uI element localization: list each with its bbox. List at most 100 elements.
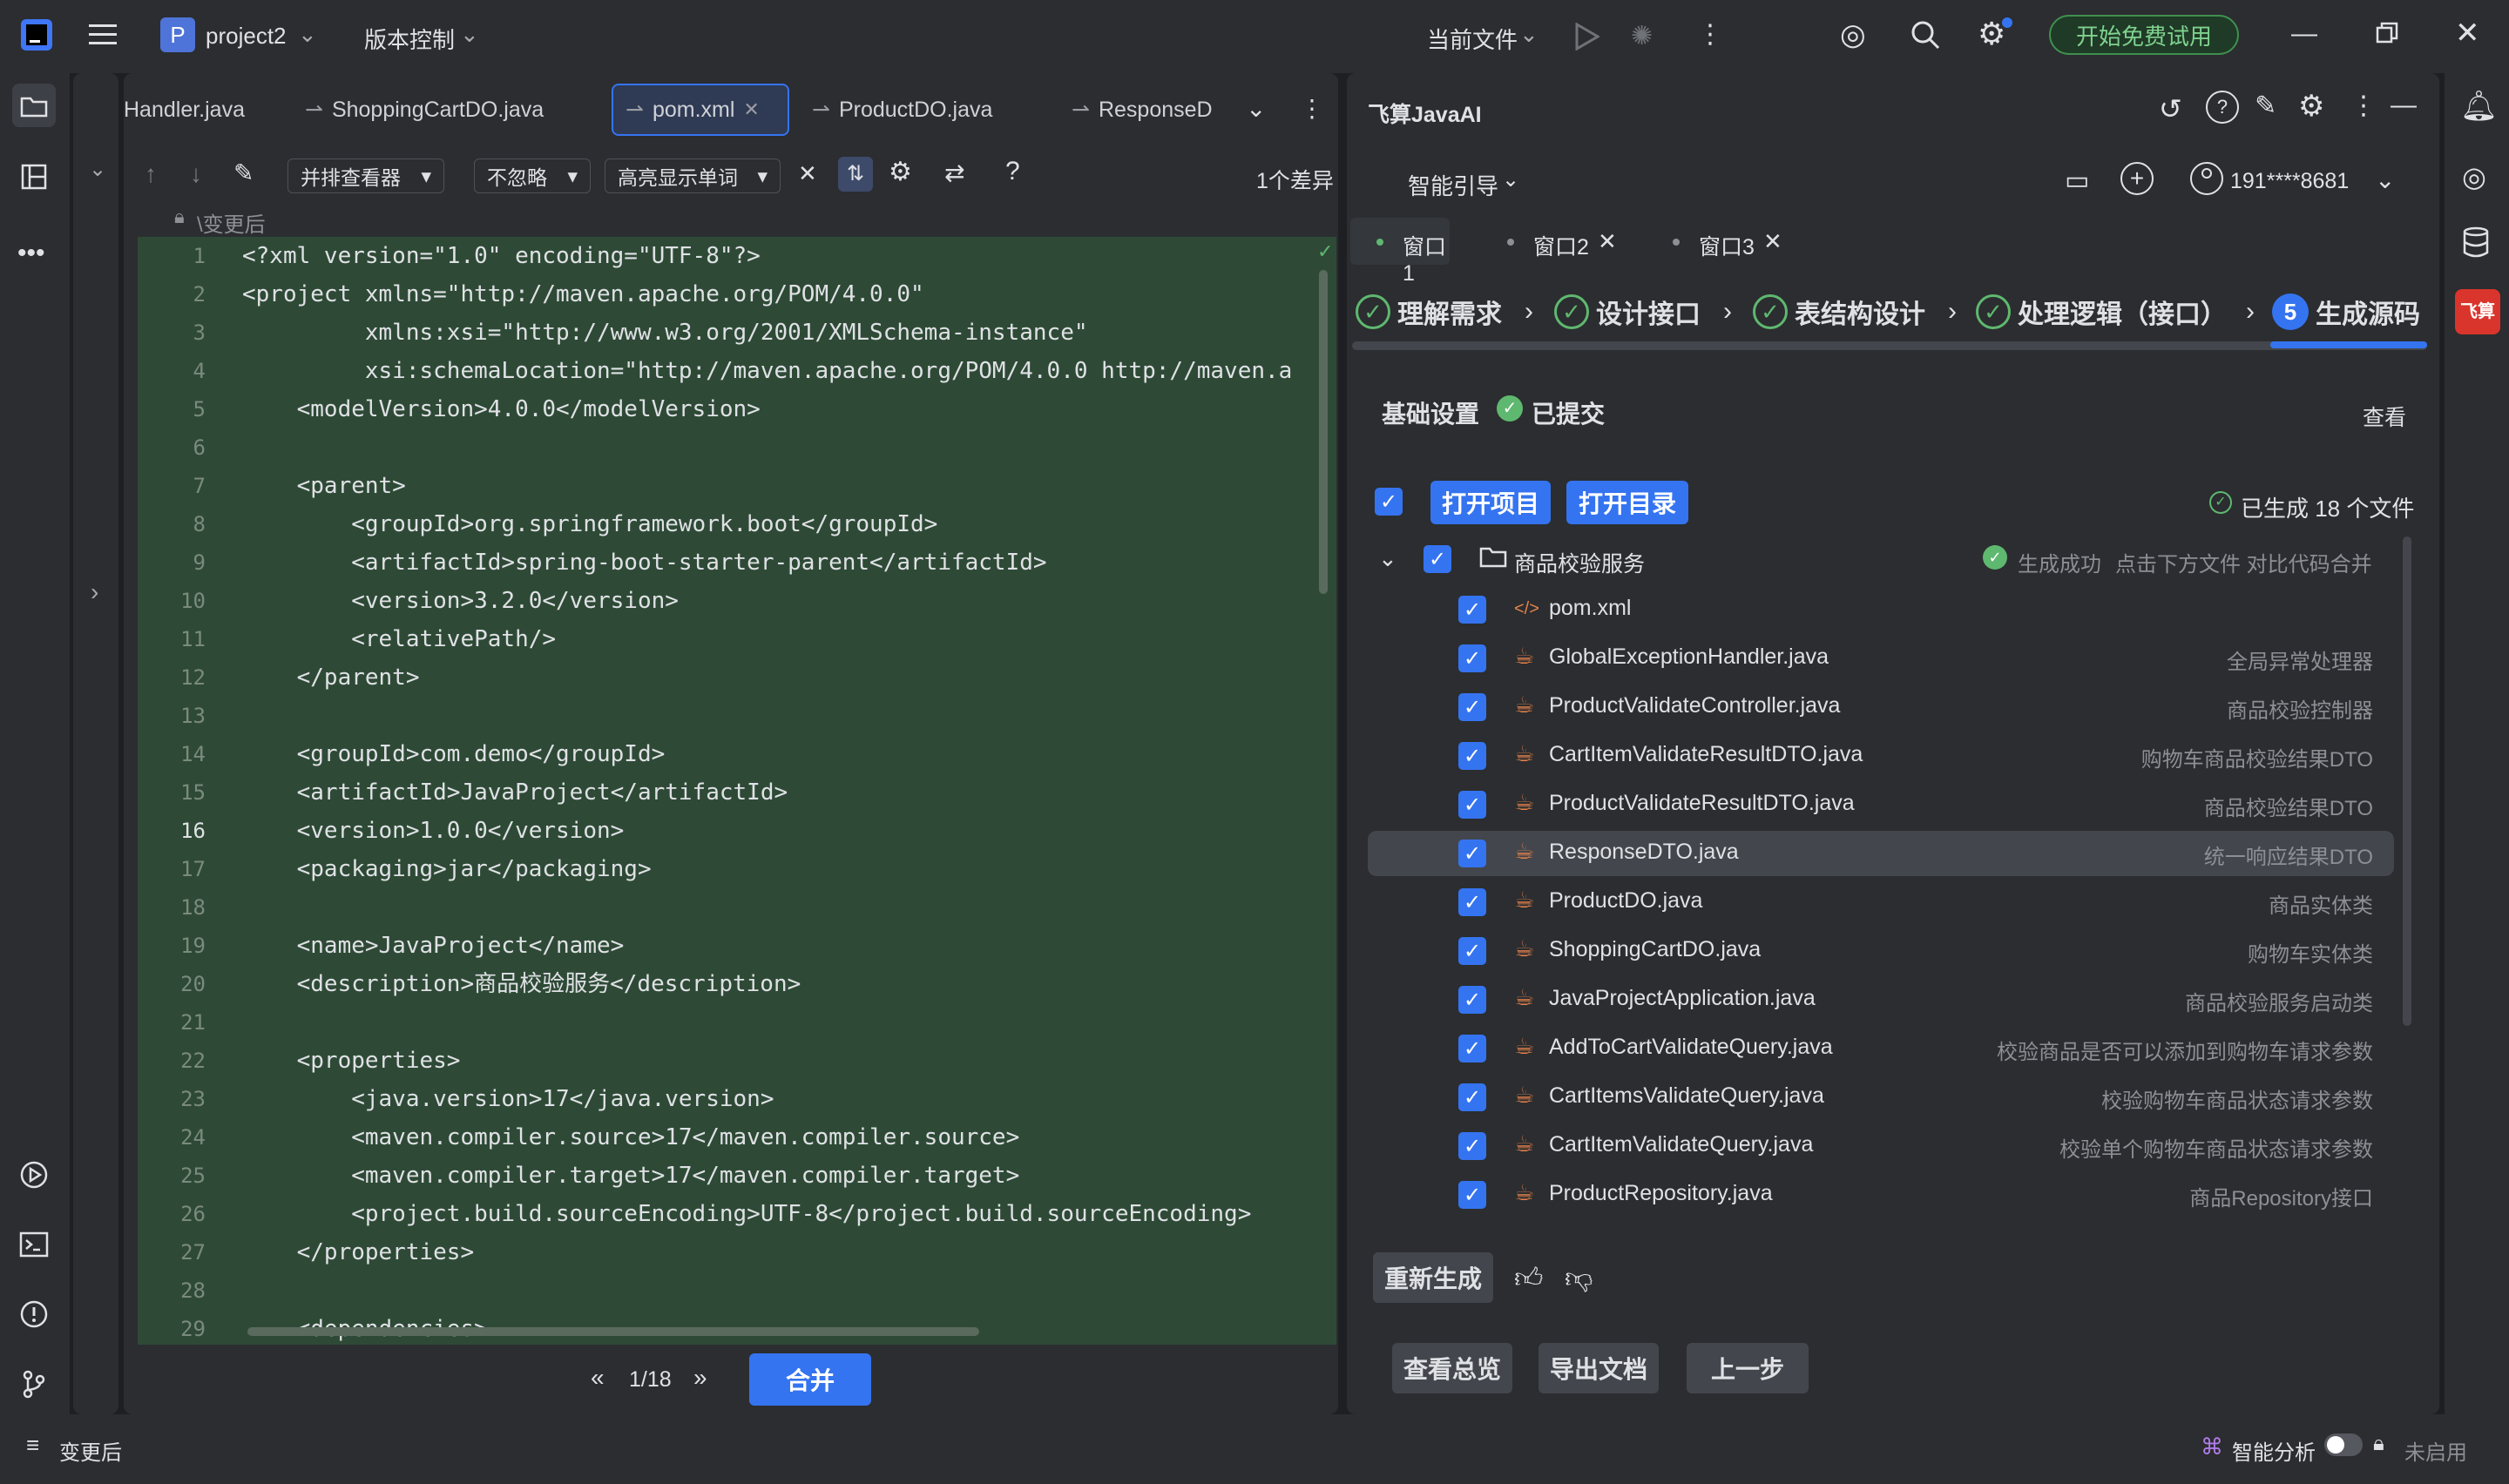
status-left-label[interactable]: 变更后 [59, 1435, 122, 1466]
regenerate-button[interactable]: 重新生成 [1373, 1252, 1493, 1303]
chevron-down-icon[interactable]: ⌄ [1502, 167, 1519, 192]
open-project-button[interactable]: 打开项目 [1430, 481, 1551, 524]
help-icon[interactable]: ? [1005, 157, 1020, 186]
folder-collapse-icon[interactable]: ⌄ [1378, 545, 1397, 572]
chevron-down-icon[interactable]: ⌄ [460, 21, 479, 48]
file-checkbox[interactable]: ✓ [1458, 1083, 1486, 1111]
view-overview-button[interactable]: 查看总览 [1392, 1343, 1512, 1393]
file-checkbox[interactable]: ✓ [1458, 840, 1486, 867]
code-line[interactable]: 17 <packaging>jar</packaging> [138, 850, 1336, 888]
tab-shoppingcartdo[interactable]: ⇀ ShoppingCartDO.java [305, 84, 544, 136]
prev-file-icon[interactable]: « [591, 1364, 605, 1392]
vertical-scrollbar[interactable] [1319, 270, 1328, 594]
smart-analysis-toggle[interactable] [2324, 1433, 2363, 1456]
file-list-item[interactable]: ✓ ☕︎ ProductValidateController.java 商品校验控制器 [1368, 685, 2394, 730]
code-line[interactable]: 23 <java.version>17</java.version> [138, 1080, 1336, 1118]
code-line[interactable]: 26 <project.build.sourceEncoding>UTF-8</… [138, 1195, 1336, 1233]
file-checkbox[interactable]: ✓ [1458, 1132, 1486, 1160]
prev-diff-icon[interactable]: ↑ [145, 160, 157, 188]
file-list-item[interactable]: ✓ ☕︎ ResponseDTO.java 统一响应结果DTO [1368, 831, 2394, 876]
view-link[interactable]: 查看 [2363, 401, 2406, 432]
structure-icon[interactable] [12, 155, 56, 199]
file-checkbox[interactable]: ✓ [1458, 888, 1486, 916]
horizontal-scrollbar[interactable] [247, 1327, 979, 1336]
window-tab-1[interactable]: 窗口1 [1350, 218, 1450, 286]
file-checkbox[interactable]: ✓ [1458, 1035, 1486, 1062]
more-icon[interactable]: ⋮ [1697, 19, 1723, 50]
code-line[interactable]: 4 xsi:schemaLocation="http://maven.apach… [138, 352, 1336, 390]
tabs-more-icon[interactable]: ⋮ [1300, 94, 1324, 123]
collapse-unchanged-icon[interactable]: ✕ [798, 160, 817, 187]
chevron-down-icon[interactable]: ⌄ [298, 21, 317, 48]
tab-handler[interactable]: Handler.java [124, 84, 245, 136]
tab-productdo[interactable]: ⇀ ProductDO.java [812, 84, 992, 136]
file-list-item[interactable]: ✓ ☕︎ GlobalExceptionHandler.java 全局异常处理器 [1368, 636, 2394, 681]
project-name[interactable]: project2 [206, 23, 287, 50]
code-line[interactable]: 3 xmlns:xsi="http://www.w3.org/2001/XMLS… [138, 314, 1336, 352]
notifications-bell-icon[interactable]: 🔔︎ [2460, 89, 2498, 124]
file-checkbox[interactable]: ✓ [1458, 937, 1486, 965]
add-circle-icon[interactable]: + [2120, 162, 2154, 195]
code-line[interactable]: 18 [138, 888, 1336, 927]
ai-assistant-icon[interactable]: ◎ [1840, 17, 1866, 52]
next-diff-icon[interactable]: ↓ [190, 160, 202, 188]
tab-pom-xml[interactable]: ⇀ pom.xml ✕ [612, 84, 789, 136]
previous-step-button[interactable]: 上一步 [1687, 1343, 1809, 1393]
code-line[interactable]: 25 <maven.compiler.target>17</maven.comp… [138, 1157, 1336, 1195]
highlight-select[interactable]: 高亮显示单词 ▾ [605, 159, 781, 193]
close-tab-icon[interactable]: ✕ [1763, 228, 1782, 255]
sync-scroll-icon[interactable]: ⇅ [838, 157, 873, 192]
step-logic[interactable]: ✓ 处理逻辑（接口） › [1976, 284, 2255, 340]
step-table-design[interactable]: ✓ 表结构设计 › [1753, 284, 1957, 340]
code-view[interactable]: 1 <?xml version="1.0" encoding="UTF-8"?> 2… [138, 237, 1336, 1345]
file-list-item[interactable]: ✓ </> pom.xml [1368, 587, 2394, 632]
code-line[interactable]: 20 <description>商品校验服务</description> [138, 965, 1336, 1003]
step-understand[interactable]: ✓ 理解需求 › [1356, 284, 1533, 340]
select-all-checkbox[interactable]: ✓ [1375, 488, 1403, 516]
code-line[interactable]: 7 <parent> [138, 467, 1336, 505]
code-line[interactable]: 21 [138, 1003, 1336, 1042]
panel-minimize-icon[interactable]: — [2391, 91, 2417, 120]
code-line[interactable]: 22 <properties> [138, 1042, 1336, 1080]
ignore-select[interactable]: 不忽略 ▾ [474, 159, 591, 193]
project-folder-icon[interactable] [12, 84, 56, 127]
git-branch-icon[interactable] [12, 1362, 56, 1406]
problems-icon[interactable] [12, 1292, 56, 1336]
code-line[interactable]: 27 </properties> [138, 1233, 1336, 1272]
file-checkbox[interactable]: ✓ [1458, 644, 1486, 672]
file-checkbox[interactable]: ✓ [1458, 986, 1486, 1014]
start-trial-button[interactable]: 开始免费试用 [2049, 15, 2239, 55]
code-line[interactable]: 9 <artifactId>spring-boot-starter-parent… [138, 543, 1336, 582]
user-account[interactable]: 191****8681 [2230, 169, 2349, 194]
help-circle-icon[interactable]: ? [2206, 91, 2239, 124]
diff-settings-gear-icon[interactable]: ⚙ [889, 157, 912, 187]
history-icon[interactable]: ↺ [2159, 92, 2182, 125]
code-line[interactable]: 8 <groupId>org.springframework.boot</gro… [138, 505, 1336, 543]
panel-more-icon[interactable]: ⋮ [2350, 91, 2377, 121]
file-checkbox[interactable]: ✓ [1458, 791, 1486, 819]
vcs-menu[interactable]: 版本控制 [364, 23, 455, 55]
step-generate-source[interactable]: 5 生成源码 [2272, 284, 2420, 340]
chevron-down-icon[interactable]: ⌄ [2375, 165, 2395, 194]
file-list-item[interactable]: ✓ ☕︎ ProductDO.java 商品实体类 [1368, 880, 2394, 925]
close-window-icon[interactable]: ✕ [2455, 16, 2480, 51]
step-design-api[interactable]: ✓ 设计接口 › [1554, 284, 1732, 340]
code-line[interactable]: 5 <modelVersion>4.0.0</modelVersion> [138, 390, 1336, 428]
export-document-button[interactable]: 导出文档 [1539, 1343, 1659, 1393]
ai-chat-icon[interactable]: ◎ [2462, 160, 2486, 193]
close-tab-icon[interactable]: ✕ [743, 98, 759, 121]
smart-guide-selector[interactable]: 智能引导 [1408, 169, 1498, 201]
terminal-icon[interactable] [12, 1223, 56, 1266]
compare-swap-icon[interactable]: ⇄ [944, 159, 964, 187]
run-services-icon[interactable] [12, 1153, 56, 1197]
merge-button[interactable]: 合并 [749, 1353, 871, 1406]
file-list-item[interactable]: ✓ ☕︎ CartItemValidateResultDTO.java 购物车商品校验… [1368, 733, 2394, 779]
next-file-icon[interactable]: » [693, 1364, 707, 1392]
code-line[interactable]: 12 </parent> [138, 658, 1336, 697]
expand-chevron-icon[interactable]: › [91, 578, 98, 606]
window-tab-3[interactable]: 窗口3 ✕ [1647, 218, 1795, 265]
tab-responsedto[interactable]: ⇀ ResponseD [1072, 84, 1220, 136]
app-logo-icon[interactable] [21, 19, 52, 51]
minimize-icon[interactable]: — [2291, 19, 2317, 49]
file-checkbox[interactable]: ✓ [1458, 596, 1486, 624]
